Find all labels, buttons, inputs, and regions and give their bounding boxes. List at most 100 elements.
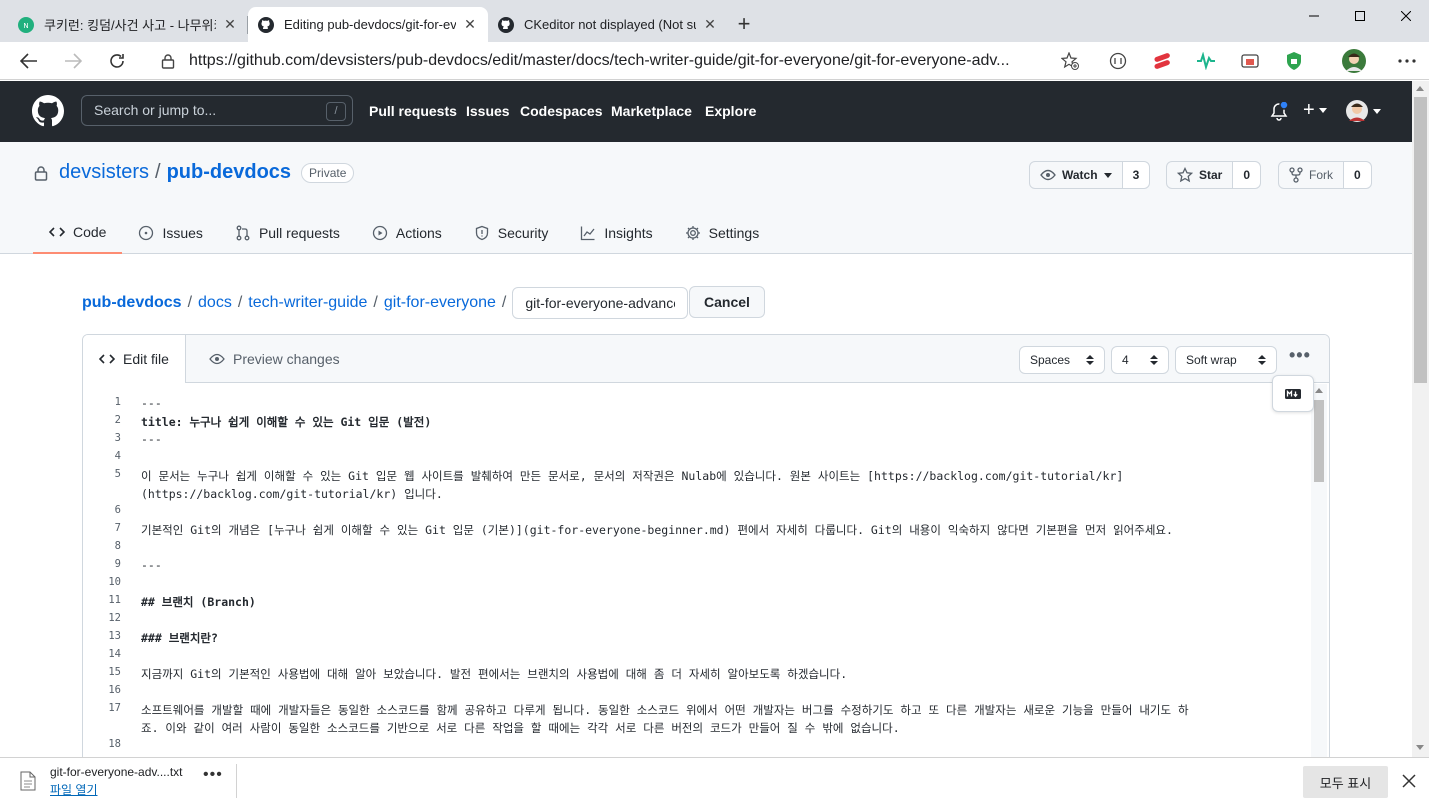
- tab-edit-file[interactable]: Edit file: [83, 335, 186, 383]
- fork-button[interactable]: Fork: [1279, 162, 1344, 188]
- line-number: 4: [114, 450, 121, 462]
- profile-avatar[interactable]: [1341, 48, 1367, 74]
- tab-security[interactable]: Security: [458, 212, 565, 254]
- gear-icon: [685, 226, 700, 240]
- close-tab-icon[interactable]: ✕: [702, 16, 718, 33]
- filename-input[interactable]: [512, 287, 689, 319]
- line-number: 10: [108, 576, 121, 588]
- address-bar[interactable]: https://github.com/devsisters/pub-devdoc…: [147, 45, 1091, 77]
- repo-name-link[interactable]: pub-devdocs: [167, 161, 291, 184]
- shield-extension-icon[interactable]: [1283, 50, 1305, 72]
- tab-code[interactable]: Code: [33, 212, 123, 254]
- maximize-button[interactable]: [1337, 0, 1383, 32]
- wrap-mode-select[interactable]: Soft wrap: [1175, 346, 1277, 374]
- editor-scrollbar-thumb[interactable]: [1314, 400, 1324, 482]
- nav-codespaces[interactable]: Codespaces: [520, 103, 602, 119]
- editor-more-options-button[interactable]: •••: [1289, 346, 1313, 370]
- line-number: 14: [108, 648, 121, 660]
- visibility-badge: Private: [301, 162, 355, 183]
- settings-more-icon[interactable]: [1395, 50, 1419, 72]
- watch-button-group: Watch 3: [1029, 161, 1151, 189]
- eye-icon: [1040, 169, 1056, 181]
- line-number: 5: [114, 468, 121, 480]
- tab-settings[interactable]: Settings: [669, 212, 776, 254]
- tab-label: Edit file: [123, 351, 169, 367]
- download-more-button[interactable]: •••: [203, 766, 223, 784]
- cancel-button[interactable]: Cancel: [689, 286, 765, 318]
- breadcrumb-tech-writer-guide-link[interactable]: tech-writer-guide: [248, 294, 367, 312]
- line-text: 지금까지 Git의 기본적인 사용법에 대해 알아 보았습니다. 발전 편에서는…: [141, 667, 848, 681]
- github-logo-icon[interactable]: [32, 95, 64, 127]
- download-filename[interactable]: git-for-everyone-adv....txt: [50, 765, 183, 779]
- repository-title: devsisters / pub-devdocs Private: [33, 161, 355, 184]
- svg-text:N: N: [23, 22, 28, 30]
- add-favorite-icon[interactable]: [1061, 52, 1079, 70]
- github-favicon-icon: [498, 16, 514, 33]
- scroll-up-icon[interactable]: [1315, 387, 1323, 393]
- nav-explore[interactable]: Explore: [705, 103, 756, 119]
- nav-marketplace[interactable]: Marketplace: [611, 103, 692, 119]
- close-tab-icon[interactable]: ✕: [222, 16, 238, 33]
- fork-count[interactable]: 0: [1344, 162, 1371, 188]
- nav-pull-requests[interactable]: Pull requests: [369, 103, 457, 119]
- show-all-downloads-button[interactable]: 모두 표시: [1303, 766, 1388, 798]
- tab-preview-changes[interactable]: Preview changes: [193, 335, 356, 383]
- lock-icon: [34, 165, 48, 181]
- back-button[interactable]: [17, 49, 41, 73]
- scroll-down-icon[interactable]: [1416, 745, 1424, 751]
- line-text: ### 브랜치란?: [141, 631, 218, 645]
- eye-icon: [209, 353, 225, 365]
- star-count[interactable]: 0: [1233, 162, 1261, 188]
- close-window-button[interactable]: [1383, 0, 1429, 32]
- nav-issues[interactable]: Issues: [466, 103, 510, 119]
- breadcrumb: pub-devdocs / docs / tech-writer-guide /…: [82, 287, 689, 319]
- browser-tab-ckeditor[interactable]: CKeditor not displayed (Not sure ✕: [488, 7, 728, 42]
- refresh-button[interactable]: [105, 49, 129, 73]
- screenshot-extension-icon[interactable]: [1239, 50, 1261, 72]
- breadcrumb-git-for-everyone-link[interactable]: git-for-everyone: [384, 294, 496, 312]
- pulse-extension-icon[interactable]: [1195, 50, 1217, 72]
- indent-mode-select[interactable]: Spaces: [1019, 346, 1105, 374]
- search-input[interactable]: Search or jump to... /: [81, 95, 353, 126]
- close-tab-icon[interactable]: ✕: [462, 16, 478, 33]
- page-scrollbar[interactable]: [1412, 81, 1429, 757]
- editor-scrollbar[interactable]: [1311, 384, 1327, 773]
- namuwiki-favicon-icon: N: [18, 16, 34, 33]
- tab-actions[interactable]: Actions: [356, 212, 458, 254]
- browser-tab-github-editing[interactable]: Editing pub-devdocs/git-for-everyone ✕: [248, 7, 488, 42]
- open-file-link[interactable]: 파일 열기: [50, 781, 98, 798]
- tracking-prevention-icon[interactable]: [1107, 50, 1129, 72]
- breadcrumb-docs-link[interactable]: docs: [198, 294, 232, 312]
- tab-pull-requests[interactable]: Pull requests: [219, 212, 356, 254]
- close-icon[interactable]: [1399, 771, 1419, 791]
- watch-button[interactable]: Watch: [1030, 162, 1123, 188]
- page-scrollbar-thumb[interactable]: [1414, 97, 1427, 383]
- tab-title: Editing pub-devdocs/git-for-everyone: [284, 17, 456, 32]
- notifications-bell-icon[interactable]: [1270, 102, 1288, 122]
- line-text: 기본적인 Git의 개념은 [누구나 쉽게 이해할 수 있는 Git 입문 (기…: [141, 523, 1173, 537]
- watch-label: Watch: [1062, 168, 1098, 182]
- line-text: ---: [141, 432, 162, 446]
- line-text: (https://backlog.com/git-tutorial/kr) 입니…: [141, 487, 443, 501]
- browser-tab-namuwiki[interactable]: N 쿠키런: 킹덤/사건 사고 - 나무위키 ✕: [8, 7, 248, 42]
- markdown-toolbar-button[interactable]: [1272, 375, 1314, 412]
- tab-divider: [247, 16, 248, 34]
- lastpass-extension-icon[interactable]: [1151, 50, 1173, 72]
- forward-button[interactable]: [61, 49, 85, 73]
- repo-owner-link[interactable]: devsisters: [59, 161, 149, 184]
- tab-label: Settings: [708, 225, 760, 241]
- user-menu[interactable]: [1346, 100, 1381, 122]
- tab-insights[interactable]: Insights: [564, 212, 668, 254]
- minimize-button[interactable]: [1291, 0, 1337, 32]
- tab-issues[interactable]: Issues: [122, 212, 218, 254]
- line-text: ---: [141, 558, 162, 572]
- breadcrumb-repo-link[interactable]: pub-devdocs: [82, 294, 182, 312]
- watch-count[interactable]: 3: [1122, 162, 1150, 188]
- star-button-group: Star 0: [1166, 161, 1262, 189]
- star-button[interactable]: Star: [1167, 162, 1234, 188]
- indent-size-select[interactable]: 4: [1111, 346, 1169, 374]
- new-tab-button[interactable]: +: [733, 11, 755, 37]
- scroll-up-icon[interactable]: [1416, 85, 1424, 91]
- code-editor-area[interactable]: 1 --- 2 title: 누구나 쉽게 이해할 수 있는 Git 입문 (발전) 3…: [83, 384, 1329, 773]
- create-new-menu[interactable]: +: [1303, 100, 1327, 120]
